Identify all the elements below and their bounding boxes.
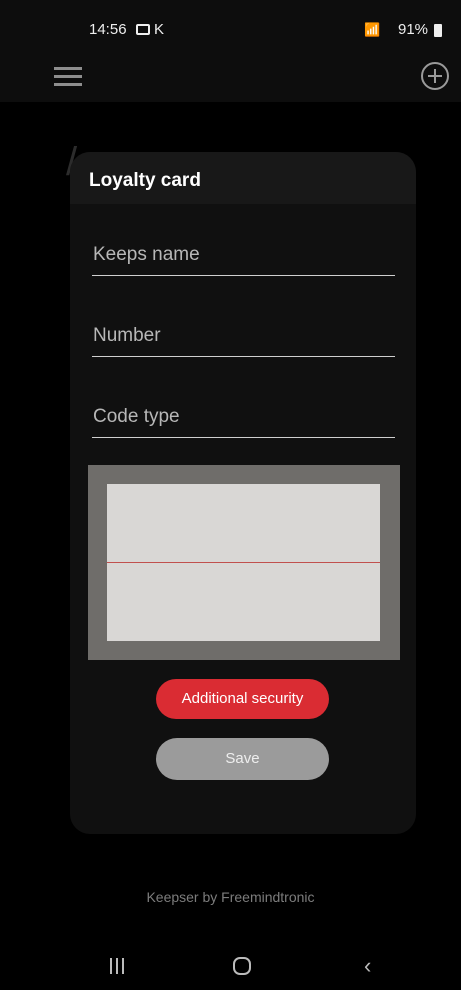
loyalty-card-dialog: Loyalty card Keeps name Number Code type… (70, 152, 416, 834)
wifi-signal-icon: 📶 (364, 22, 380, 37)
barcode-scanner-view[interactable] (88, 465, 400, 660)
dialog-title: Loyalty card (89, 170, 201, 191)
notification-letter: K (154, 21, 165, 38)
add-circle-icon[interactable] (421, 62, 449, 90)
scan-line (107, 562, 380, 563)
number-placeholder: Number (93, 325, 161, 346)
back-icon[interactable]: ‹ (364, 955, 371, 977)
dialog-header: Loyalty card (70, 152, 416, 204)
navigation-bar (0, 940, 461, 990)
home-icon[interactable] (233, 957, 251, 975)
keeps-name-placeholder: Keeps name (93, 244, 200, 265)
recent-apps-icon[interactable] (110, 958, 128, 974)
footer-credit: Keepser by Freemindtronic (146, 889, 315, 905)
battery-percent: 91% (398, 21, 429, 38)
scanner-viewfinder (107, 484, 380, 641)
battery-icon (434, 24, 442, 37)
save-button[interactable]: Save (156, 738, 329, 780)
additional-security-button[interactable]: Additional security (156, 679, 329, 719)
status-bar: 14:56 K 📶 91% (0, 0, 461, 60)
status-time: 14:56 (89, 21, 127, 38)
code-type-field[interactable]: Code type (92, 397, 395, 438)
hamburger-menu-icon[interactable] (54, 67, 82, 87)
number-field[interactable]: Number (92, 316, 395, 357)
gallery-notification-icon (136, 24, 150, 35)
keeps-name-field[interactable]: Keeps name (92, 235, 395, 276)
code-type-placeholder: Code type (93, 406, 180, 427)
